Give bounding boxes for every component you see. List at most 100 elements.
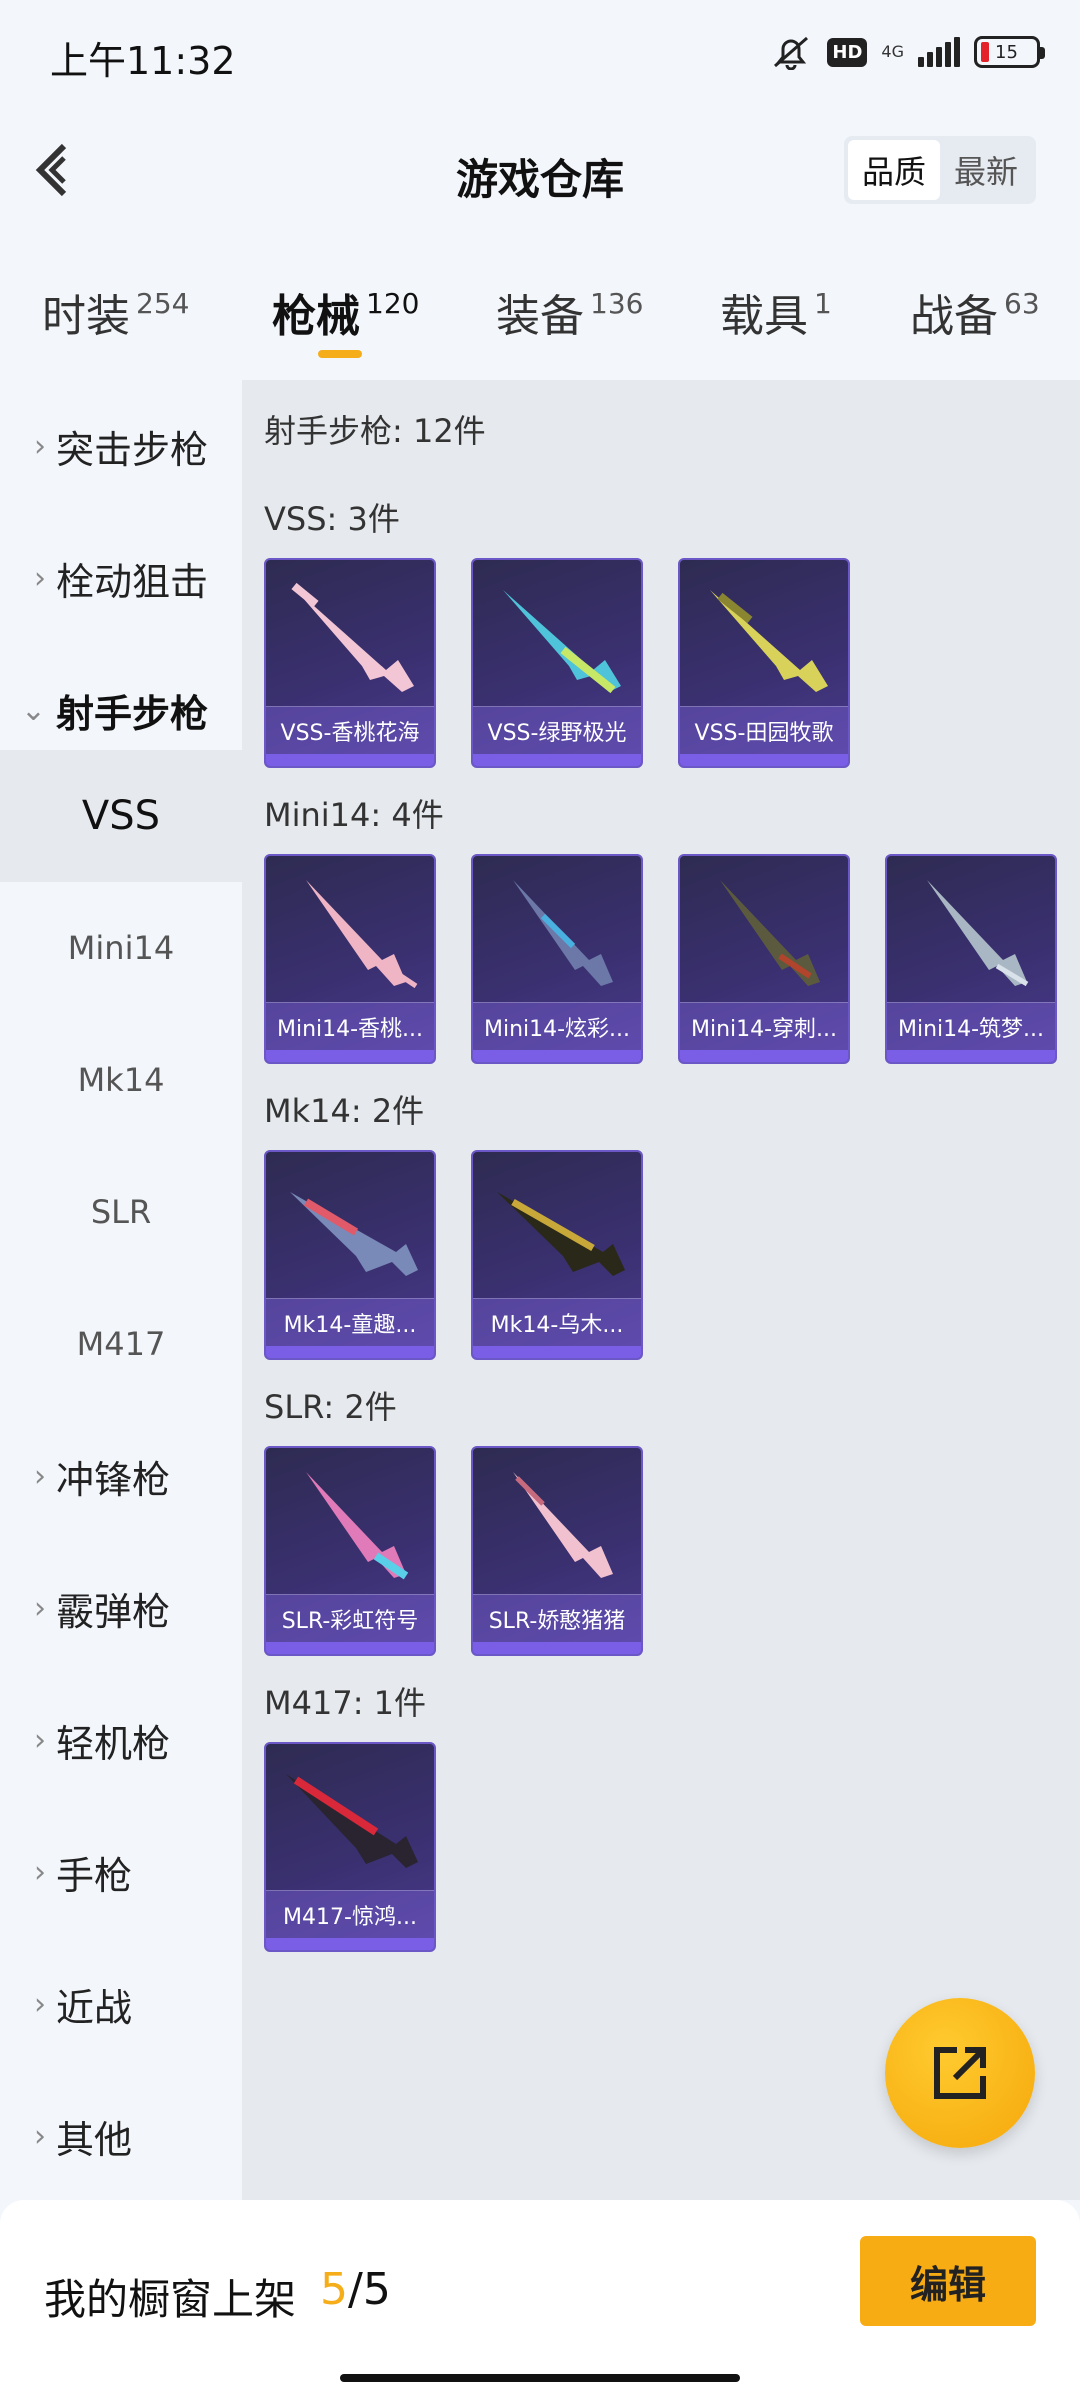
tab-weapons[interactable]: 枪械 120	[272, 280, 419, 344]
sidebar-item-label: 轻机枪	[56, 1721, 171, 1766]
sort-quality-button[interactable]: 品质	[848, 140, 940, 200]
item-card[interactable]: SLR-娇憨猪猪	[471, 1446, 643, 1656]
battery-icon: 15	[974, 36, 1045, 68]
item-card[interactable]: Mk14-童趣...	[264, 1150, 436, 1360]
chevron-right-icon: ›	[34, 1590, 46, 1626]
sidebar-item-assault-rifle[interactable]: › 突击步枪	[0, 380, 242, 512]
sidebar-sub-slr[interactable]: SLR	[0, 1146, 242, 1278]
chevron-right-icon: ›	[34, 2118, 46, 2154]
item-card[interactable]: Mini14-穿刺...	[678, 854, 850, 1064]
sidebar-item-smg[interactable]: › 冲锋枪	[0, 1410, 242, 1542]
edit-button[interactable]: 编辑	[860, 2236, 1036, 2326]
item-name: VSS-香桃花海	[266, 706, 434, 754]
sidebar-item-label: 手枪	[56, 1853, 133, 1898]
tab-label: 时装	[42, 291, 130, 342]
showcase-bar: 我的橱窗上架 5/5 编辑	[0, 2200, 1080, 2400]
card-rarity-bar	[887, 1050, 1055, 1062]
rifle-skin-image	[927, 880, 1029, 987]
sidebar-sub-m417[interactable]: M417	[0, 1278, 242, 1410]
hd-icon: HD	[827, 37, 868, 67]
tab-fashion[interactable]: 时装 254	[42, 280, 189, 344]
sidebar-item-lmg[interactable]: › 轻机枪	[0, 1674, 242, 1806]
share-button[interactable]	[885, 1998, 1035, 2148]
item-card[interactable]: VSS-田园牧歌	[678, 558, 850, 768]
weapon-category-sidebar: › 突击步枪 › 栓动狙击 ⌄ 射手步枪 VSS Mini14 Mk14 SLR M4…	[0, 380, 242, 2200]
rifle-skin-image	[513, 1472, 613, 1578]
item-name: Mini14-穿刺...	[680, 1002, 848, 1050]
card-rarity-bar	[680, 754, 848, 766]
item-card[interactable]: M417-惊鸿...	[264, 1742, 436, 1952]
item-card[interactable]: SLR-彩虹符号	[264, 1446, 436, 1656]
sidebar-sub-vss[interactable]: VSS	[0, 750, 242, 882]
sort-latest-button[interactable]: 最新	[940, 140, 1032, 200]
sidebar-item-label: 突击步枪	[56, 427, 209, 472]
sidebar-sub-mini14[interactable]: Mini14	[0, 882, 242, 1014]
card-rarity-bar	[473, 1642, 641, 1654]
category-count: 射手步枪: 12件	[264, 412, 486, 450]
item-name: M417-惊鸿...	[266, 1890, 434, 1938]
home-indicator[interactable]	[340, 2374, 740, 2382]
rifle-skin-image	[710, 590, 828, 692]
rifle-skin-image	[306, 880, 418, 989]
sidebar-item-pistol[interactable]: › 手枪	[0, 1806, 242, 1938]
tab-vehicles[interactable]: 载具 1	[720, 280, 832, 344]
status-time: 上午11:32	[50, 39, 236, 83]
rifle-skin-image	[513, 880, 613, 986]
sidebar-item-label: 霰弹枪	[56, 1589, 171, 1634]
tab-count: 136	[590, 287, 644, 320]
section-title-vss: VSS: 3件	[264, 500, 400, 538]
tab-count: 254	[136, 287, 190, 320]
rifle-skin-image	[286, 1774, 418, 1868]
sidebar-sub-mk14[interactable]: Mk14	[0, 1014, 242, 1146]
item-name: Mk14-乌木...	[473, 1298, 641, 1346]
item-name: VSS-绿野极光	[473, 706, 641, 754]
item-card[interactable]: VSS-绿野极光	[471, 558, 643, 768]
chevron-right-icon: ›	[34, 1986, 46, 2022]
item-card[interactable]: Mini14-炫彩...	[471, 854, 643, 1064]
sidebar-item-shotgun[interactable]: › 霰弹枪	[0, 1542, 242, 1674]
category-tabs: 时装 254 枪械 120 装备 136 载具 1 战备 63	[0, 270, 1080, 360]
card-rarity-bar	[266, 1050, 434, 1062]
rifle-skin-image	[306, 1472, 409, 1580]
item-name: SLR-娇憨猪猪	[473, 1594, 641, 1642]
item-card[interactable]: Mini14-筑梦...	[885, 854, 1057, 1064]
sidebar-item-bolt-sniper[interactable]: › 栓动狙击	[0, 512, 242, 644]
card-rarity-bar	[266, 754, 434, 766]
top-bar: 游戏仓库 品质 最新	[0, 120, 1080, 220]
item-card[interactable]: Mk14-乌木...	[471, 1150, 643, 1360]
section-title-mk14: Mk14: 2件	[264, 1092, 425, 1130]
item-card[interactable]: Mini14-香桃...	[264, 854, 436, 1064]
chevron-right-icon: ›	[34, 1722, 46, 1758]
tab-count: 120	[366, 287, 420, 320]
card-rarity-bar	[266, 1938, 434, 1950]
tab-label: 枪械	[272, 291, 360, 342]
signal-icon	[918, 37, 960, 67]
section-title-mini14: Mini14: 4件	[264, 796, 444, 834]
sidebar-item-label: 近战	[56, 1985, 133, 2030]
sidebar-item-label: 其他	[56, 2117, 133, 2162]
status-bar: 上午11:32 HD 4G 15	[0, 0, 1080, 110]
showcase-count: 5/5	[320, 2264, 391, 2315]
chevron-right-icon: ›	[34, 1854, 46, 1890]
tab-label: 战备	[910, 291, 998, 342]
card-rarity-bar	[266, 1642, 434, 1654]
network-type: 4G	[881, 42, 904, 61]
chevron-right-icon: ›	[34, 560, 46, 596]
tab-count: 1	[814, 287, 832, 320]
tab-equipment[interactable]: 装备 136	[496, 280, 643, 344]
card-rarity-bar	[473, 754, 641, 766]
item-name: SLR-彩虹符号	[266, 1594, 434, 1642]
rifle-skin-image	[291, 582, 414, 692]
card-rarity-bar	[473, 1050, 641, 1062]
item-card[interactable]: VSS-香桃花海	[264, 558, 436, 768]
item-name: Mk14-童趣...	[266, 1298, 434, 1346]
item-name: Mini14-炫彩...	[473, 1002, 641, 1050]
item-name: VSS-田园牧歌	[680, 706, 848, 754]
sidebar-item-melee[interactable]: › 近战	[0, 1938, 242, 2070]
battery-level: 15	[995, 41, 1018, 63]
rifle-skin-image	[290, 1192, 418, 1276]
tab-supplies[interactable]: 战备 63	[910, 280, 1040, 344]
sidebar-item-other[interactable]: › 其他	[0, 2070, 242, 2202]
showcase-current: 5	[320, 2264, 348, 2315]
sidebar-item-label: 栓动狙击	[56, 559, 209, 604]
